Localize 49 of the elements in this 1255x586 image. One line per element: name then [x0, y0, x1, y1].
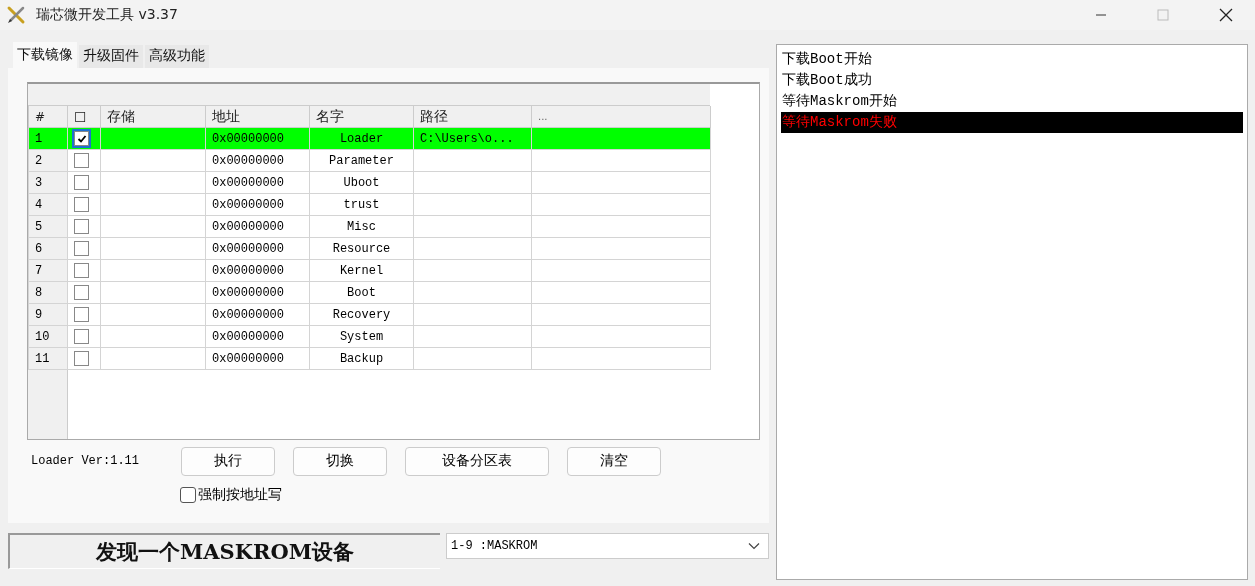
action-button[interactable]: 设备分区表	[405, 446, 549, 476]
tab[interactable]: 下载镜像	[13, 42, 77, 68]
action-button[interactable]: 清空	[567, 446, 661, 476]
checkbox[interactable]	[74, 285, 89, 300]
row-number: 5	[28, 215, 68, 238]
action-button[interactable]: 切换	[293, 446, 387, 476]
column-header[interactable]: 路径	[413, 106, 532, 128]
status-message: 发现一个MASKROM设备	[8, 533, 440, 569]
column-header[interactable]: ☐	[67, 106, 101, 128]
checkbox[interactable]	[180, 487, 196, 503]
checkbox[interactable]	[74, 219, 89, 234]
row-number: 10	[28, 325, 68, 348]
checkbox-label: 强制按地址写	[198, 486, 282, 504]
column-header[interactable]: 名字	[309, 106, 414, 128]
checkbox[interactable]	[74, 351, 89, 366]
tools-icon	[6, 5, 26, 25]
checkbox[interactable]	[74, 131, 89, 146]
row-number: 2	[28, 149, 68, 172]
row-number: 9	[28, 303, 68, 326]
column-header[interactable]: 存储	[100, 106, 206, 128]
checkbox[interactable]	[74, 263, 89, 278]
loader-version: Loader Ver:1.11	[31, 454, 141, 468]
column-header[interactable]: 地址	[205, 106, 310, 128]
row-number: 8	[28, 281, 68, 304]
checkmark-icon	[76, 133, 87, 144]
close-icon[interactable]	[1219, 8, 1233, 22]
checkbox[interactable]	[74, 307, 89, 322]
action-button[interactable]: 执行	[181, 446, 275, 476]
log-line: 下载Boot开始	[781, 50, 873, 69]
device-dropdown[interactable]: 1-9 :MASKROM	[446, 533, 769, 559]
column-header[interactable]: ...	[531, 106, 711, 128]
column-header[interactable]: #	[28, 106, 68, 128]
window-title: 瑞芯微开发工具 v3.37	[36, 6, 178, 24]
row-number: 6	[28, 237, 68, 260]
tab[interactable]: 高级功能	[145, 45, 209, 68]
checkbox[interactable]	[74, 197, 89, 212]
row-number: 11	[28, 347, 68, 370]
log-line: 下载Boot成功	[781, 71, 873, 90]
chevron-down-icon	[748, 542, 760, 550]
checkbox[interactable]	[74, 241, 89, 256]
checkbox[interactable]	[74, 329, 89, 344]
row-number: 3	[28, 171, 68, 194]
checkbox[interactable]	[74, 175, 89, 190]
row-number: 7	[28, 259, 68, 282]
row-number: 4	[28, 193, 68, 216]
checkbox[interactable]	[74, 153, 89, 168]
row-number: 1	[28, 127, 68, 150]
tab[interactable]: 升级固件	[79, 45, 143, 68]
log-line: 等待Maskrom开始	[781, 92, 898, 111]
